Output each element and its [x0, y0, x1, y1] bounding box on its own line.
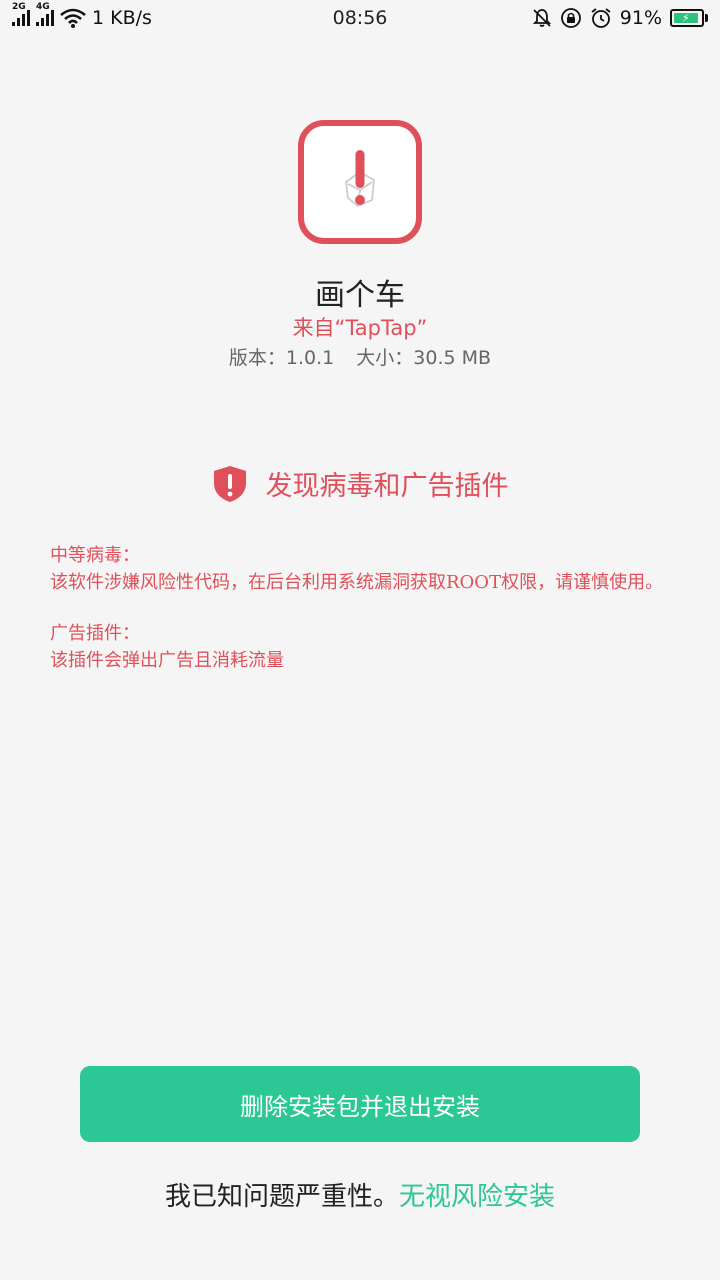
- signal-icon: 2G: [12, 2, 30, 26]
- app-meta: 版本：1.0.1 大小：30.5 MB: [0, 343, 720, 370]
- warning-header: 发现病毒和广告插件: [0, 464, 720, 503]
- virus-label: 中等病毒：: [50, 545, 140, 566]
- status-left: 2G 4G 1 KB/s: [12, 2, 152, 29]
- acknowledge-text: 我已知问题严重性。: [164, 1182, 399, 1212]
- network-speed: 1 KB/s: [92, 7, 152, 29]
- plugin-label: 广告插件：: [50, 623, 140, 644]
- status-right: 91% ⚡: [532, 7, 708, 29]
- ignore-risk-install-link[interactable]: 无视风险安装: [399, 1182, 555, 1212]
- plugin-block: 广告插件： 该插件会弹出广告且消耗流量: [50, 620, 674, 674]
- plugin-description: 该插件会弹出广告且消耗流量: [50, 650, 284, 671]
- app-icon: [298, 120, 422, 244]
- battery-percent: 91%: [619, 7, 662, 29]
- app-source: 来自“TapTap”: [292, 316, 428, 340]
- battery-icon: ⚡: [670, 9, 708, 27]
- app-name: 画个车: [315, 278, 405, 313]
- rotation-lock-icon: [560, 8, 581, 28]
- delete-and-exit-button[interactable]: 删除安装包并退出安装: [80, 1066, 640, 1142]
- app-version: 版本：1.0.1: [228, 347, 335, 369]
- acknowledge-line: 我已知问题严重性。无视风险安装: [0, 1176, 720, 1213]
- mute-bell-icon: [532, 9, 551, 27]
- app-size: 大小：30.5 MB: [356, 347, 492, 369]
- wifi-icon: [60, 8, 86, 28]
- signal-icon: 4G: [36, 2, 54, 26]
- warning-exclamation-icon: [344, 150, 376, 208]
- status-bar: 2G 4G 1 KB/s 91% ⚡: [0, 0, 720, 36]
- shield-alert-icon: [213, 465, 246, 502]
- virus-description: 该软件涉嫌风险性代码，在后台利用系统漏洞获取ROOT权限，请谨慎使用。: [50, 572, 664, 593]
- warning-title: 发现病毒和广告插件: [265, 471, 509, 502]
- threat-details: 中等病毒： 该软件涉嫌风险性代码，在后台利用系统漏洞获取ROOT权限，请谨慎使用…: [50, 542, 674, 674]
- network-type-label: 2G: [12, 2, 26, 12]
- install-warning-screen: 2G 4G 1 KB/s 91% ⚡ 08:56 画个车 来自“TapTap” …: [0, 0, 720, 1280]
- virus-block: 中等病毒： 该软件涉嫌风险性代码，在后台利用系统漏洞获取ROOT权限，请谨慎使用…: [50, 542, 674, 596]
- network-type-label: 4G: [36, 2, 50, 12]
- alarm-icon: [591, 8, 611, 28]
